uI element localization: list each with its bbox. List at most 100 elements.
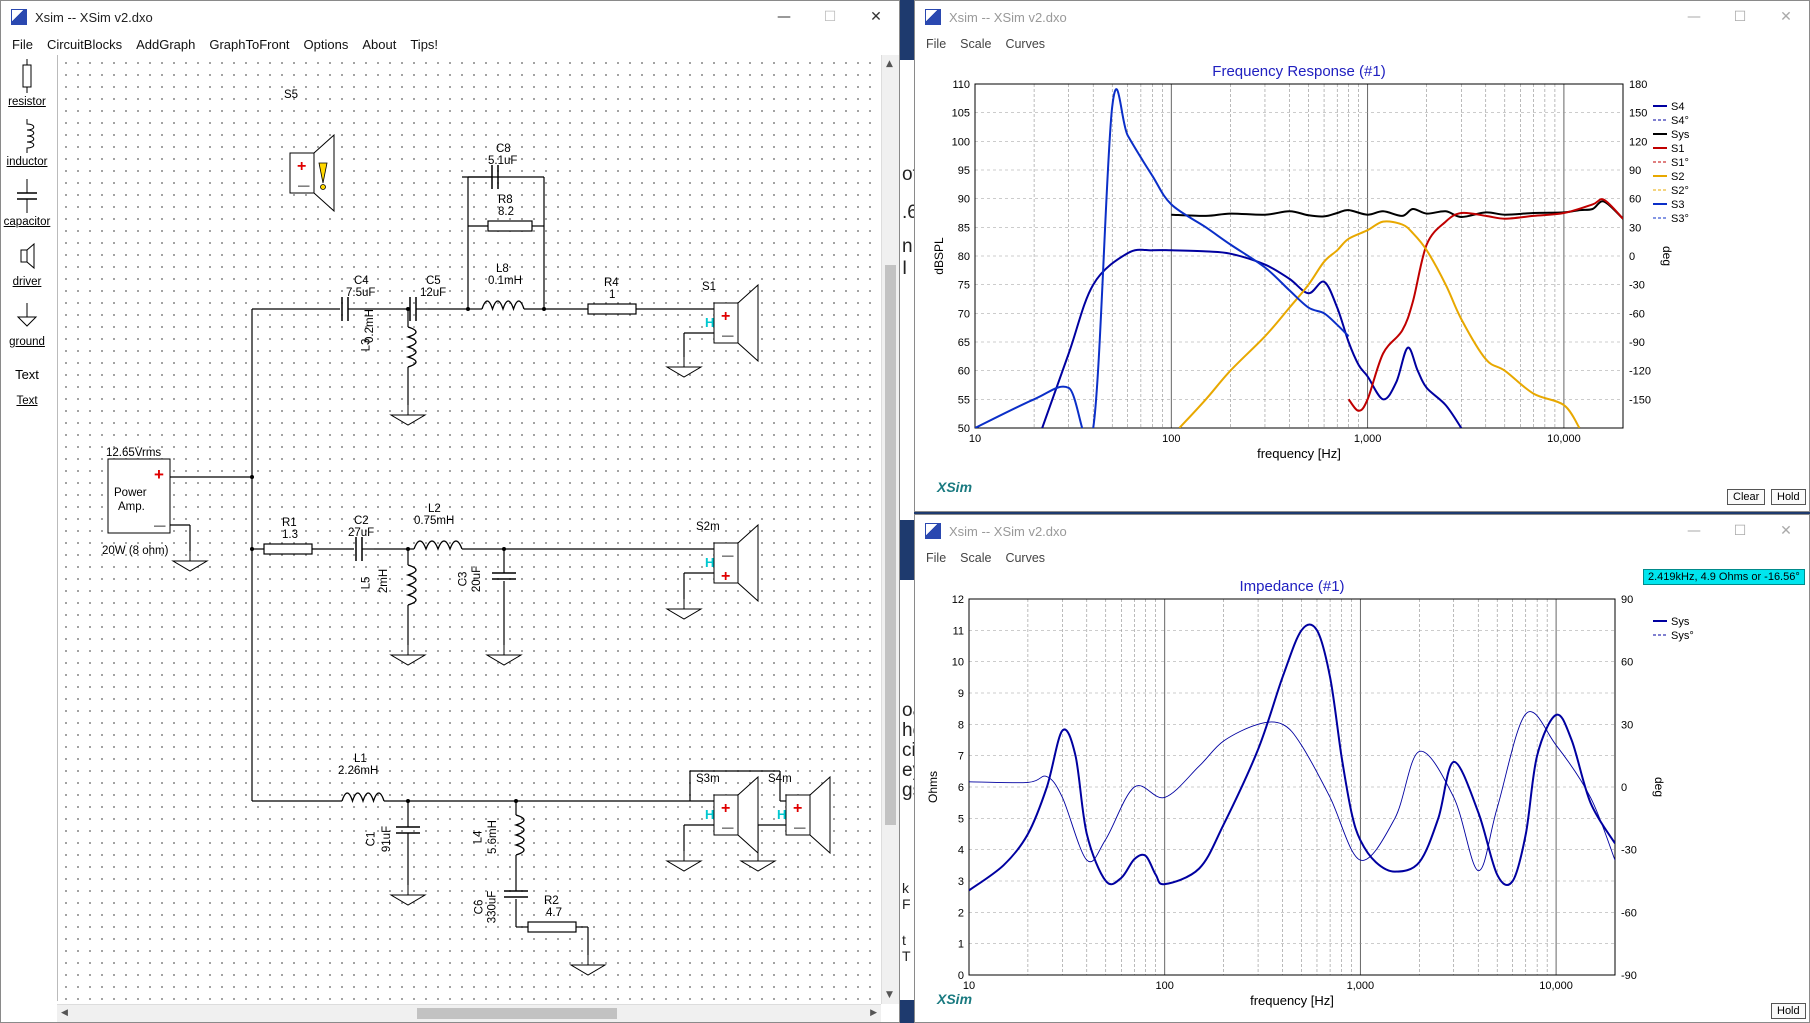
schematic-canvas[interactable]: + — H — + H + — H + — H + — + — S5 S1 S2… [57, 55, 881, 1001]
value-c4: 7.5uF [346, 287, 376, 299]
scroll-thumb[interactable] [885, 265, 896, 825]
tool-ground[interactable]: ground [1, 299, 53, 348]
amp-rating: 20W (8 ohm) [102, 545, 169, 557]
capacitor-icon [17, 179, 37, 213]
clear-button[interactable]: Clear [1727, 489, 1766, 505]
label-c3: C3 [457, 571, 470, 587]
minimize-icon[interactable]: — [1671, 515, 1717, 547]
hold-button[interactable]: Hold [1771, 489, 1806, 505]
menu-curves[interactable]: Curves [998, 37, 1052, 51]
impedance-chart[interactable]: 0123456789101112-90-60-30030609010 100 1,0… [915, 569, 1810, 1022]
schematic-vscroll[interactable]: ▲ ▼ [881, 55, 899, 1004]
y-tick-label: 3 [958, 876, 964, 888]
series-line-s4 [1041, 248, 1463, 428]
value-l1: 2.26mH [338, 765, 379, 777]
menu-curves[interactable]: Curves [998, 551, 1052, 565]
resistor-icon [22, 59, 32, 93]
value-r4: 1 [609, 289, 616, 301]
series-group [969, 623, 1615, 892]
close-icon[interactable]: ✕ [1763, 515, 1809, 547]
value-l3: 0.2mH [364, 309, 376, 343]
y-tick-label: 110 [952, 79, 970, 91]
menu-addgraph[interactable]: AddGraph [129, 37, 202, 52]
bg-text: gs [902, 780, 914, 801]
tool-resistor[interactable]: resistor [1, 59, 53, 108]
scroll-thumb[interactable] [417, 1008, 617, 1019]
menu-scale[interactable]: Scale [953, 37, 998, 51]
y-tick-label: 55 [958, 394, 970, 406]
tool-text[interactable]: Text [1, 367, 53, 382]
label-r1: R1 [282, 517, 297, 529]
label-c1: C1 [365, 831, 378, 847]
app-icon [925, 9, 941, 25]
label-s4m: S4m [768, 773, 792, 785]
grid [974, 83, 1624, 429]
legend-label: Sys [1671, 129, 1690, 141]
background-window-fragment: oa he cic ey gs k F t T [900, 580, 914, 1000]
label-l4: L4 [472, 830, 485, 844]
menu-about[interactable]: About [355, 37, 403, 52]
schematic-hscroll[interactable]: ◀ ▶ [57, 1004, 881, 1022]
menu-tips[interactable]: Tips! [403, 37, 445, 52]
frequency-response-chart[interactable]: 50556065707580859095100105110-150-120-90… [915, 55, 1810, 511]
schematic-window: Xsim -- XSim v2.dxo — ☐ ✕ File CircuitBl… [0, 0, 900, 1023]
scroll-left-icon[interactable]: ◀ [61, 1008, 68, 1018]
y-tick-label: 100 [952, 136, 970, 148]
menu-file[interactable]: File [919, 551, 953, 565]
freq-titlebar[interactable]: Xsim -- XSim v2.dxo — ☐ ✕ [915, 1, 1809, 33]
y-tick-label: 6 [958, 782, 964, 794]
y2-tick-label: -90 [1621, 970, 1637, 982]
app-icon [11, 9, 27, 25]
component-toolbar: resistor inductor capacitor driver groun… [1, 55, 53, 1022]
tool-label: ground [9, 336, 45, 348]
y-tick-label: 4 [958, 845, 964, 857]
scroll-down-icon[interactable]: ▼ [886, 990, 893, 1000]
menu-circuitblocks[interactable]: CircuitBlocks [40, 37, 129, 52]
menu-options[interactable]: Options [297, 37, 356, 52]
minimize-icon[interactable]: — [1671, 1, 1717, 33]
bg-text: ey [902, 760, 914, 781]
close-icon[interactable]: ✕ [853, 1, 899, 33]
tool-label: Text [16, 395, 38, 407]
schematic-titlebar[interactable]: Xsim -- XSim v2.dxo — ☐ ✕ [1, 1, 899, 33]
y2-tick-label: 90 [1621, 594, 1633, 606]
series-line-sys-phase [969, 711, 1615, 872]
y-tick-label: 2 [958, 907, 964, 919]
x-tick-label: 100 [1162, 433, 1180, 445]
legend-label: S4 [1671, 101, 1684, 113]
imp-titlebar[interactable]: Xsim -- XSim v2.dxo — ☐ ✕ [915, 515, 1809, 547]
value-c1: 91uF [381, 825, 394, 853]
y-tick-label: 12 [952, 594, 964, 606]
maximize-icon[interactable]: ☐ [1717, 1, 1763, 33]
series-line-sys [1171, 200, 1623, 220]
tool-text-link[interactable]: Text [1, 395, 53, 407]
value-r8: 8.2 [498, 206, 514, 218]
x-axis-label: frequency [Hz] [1250, 993, 1334, 1008]
tool-inductor[interactable]: inductor [1, 119, 53, 168]
x-tick-label: 1,000 [1354, 433, 1382, 445]
value-l4: 5.6mH [486, 820, 499, 854]
maximize-icon[interactable]: ☐ [1717, 515, 1763, 547]
y2-tick-label: 60 [1629, 194, 1641, 206]
close-icon[interactable]: ✕ [1763, 1, 1809, 33]
xsim-brand: XSim [936, 479, 972, 495]
scroll-right-icon[interactable]: ▶ [870, 1008, 877, 1018]
menu-graphtofront[interactable]: GraphToFront [202, 37, 296, 52]
speaker-icon [20, 242, 35, 270]
tool-capacitor[interactable]: capacitor [1, 179, 53, 228]
menu-file[interactable]: File [919, 37, 953, 51]
menu-file[interactable]: File [5, 37, 40, 52]
frequency-response-window: Xsim -- XSim v2.dxo — ☐ ✕ File Scale Cur… [914, 0, 1810, 512]
scroll-up-icon[interactable]: ▲ [886, 59, 893, 69]
minimize-icon[interactable]: — [761, 1, 807, 33]
maximize-icon[interactable]: ☐ [807, 1, 853, 33]
hold-button[interactable]: Hold [1771, 1003, 1806, 1019]
legend-label: S1° [1671, 157, 1689, 169]
legend-label: S3° [1671, 213, 1689, 225]
menu-scale[interactable]: Scale [953, 551, 998, 565]
legend-label: S3 [1671, 199, 1684, 211]
y-tick-label: 10 [952, 657, 964, 669]
tool-driver[interactable]: driver [1, 239, 53, 288]
legend-label: S2° [1671, 185, 1689, 197]
background-window-fragment: ot .6 n I [900, 60, 914, 520]
